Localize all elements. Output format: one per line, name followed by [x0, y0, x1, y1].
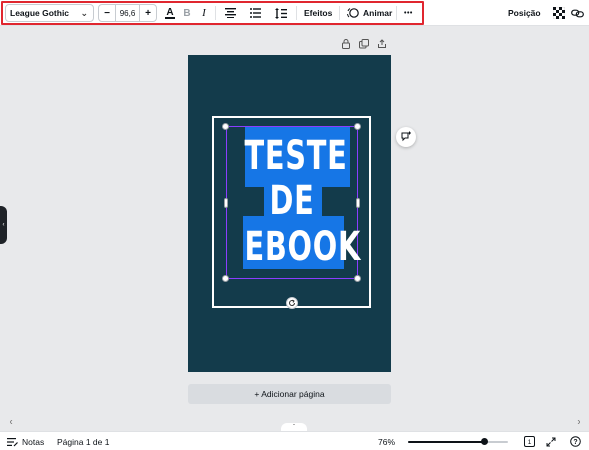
- pages-icon: 1: [524, 436, 535, 447]
- position-button[interactable]: Posição: [508, 4, 541, 22]
- lock-icon[interactable]: [341, 39, 351, 49]
- bold-button[interactable]: B: [178, 4, 196, 22]
- toolbar-divider: [215, 6, 216, 20]
- comment-add-icon: [401, 131, 411, 142]
- notes-button[interactable]: Notas: [7, 432, 44, 450]
- animate-button[interactable]: Animar: [347, 4, 392, 22]
- fullscreen-button[interactable]: [546, 432, 556, 450]
- page-grid-button[interactable]: 1: [524, 432, 535, 450]
- font-family-value: League Gothic: [10, 8, 70, 18]
- zoom-slider-thumb[interactable]: [481, 438, 488, 445]
- transparency-button[interactable]: [550, 4, 568, 22]
- chevron-up-icon: ˆ: [293, 424, 295, 431]
- more-options-button[interactable]: •••: [404, 4, 413, 22]
- side-panel-toggle[interactable]: ‹: [0, 206, 7, 244]
- ebook-title-line[interactable]: EBOOK: [244, 225, 360, 269]
- rotate-icon: [289, 299, 295, 306]
- chevron-down-icon: ⌄: [80, 8, 88, 18]
- zoom-slider[interactable]: [408, 438, 508, 445]
- help-glyph: ?: [573, 439, 577, 446]
- link-icon: [570, 9, 584, 17]
- page-indicator: Página 1 de 1: [57, 436, 110, 447]
- increase-font-size-button[interactable]: +: [140, 5, 156, 21]
- text-color-icon: A: [165, 7, 175, 19]
- editor-toolbar: League Gothic ⌄ − 96,6 + A B I Efeitos A…: [0, 0, 589, 26]
- status-bar: Notas Página 1 de 1 76% 1 ?: [0, 431, 589, 450]
- toolbar-divider: [296, 6, 297, 20]
- align-center-icon: [224, 8, 236, 18]
- share-icon[interactable]: [377, 39, 387, 49]
- add-comment-button[interactable]: [396, 127, 416, 147]
- text-color-glyph: A: [166, 7, 173, 18]
- resize-handle-right[interactable]: [356, 198, 360, 208]
- help-icon: ?: [570, 436, 581, 447]
- decrease-font-size-button[interactable]: −: [99, 5, 115, 21]
- resize-handle-bottom-right[interactable]: [354, 275, 361, 282]
- list-button[interactable]: [246, 4, 264, 22]
- animate-icon: [347, 8, 359, 18]
- fullscreen-icon: [546, 437, 556, 446]
- resize-handle-bottom-left[interactable]: [222, 275, 229, 282]
- ebook-title-line[interactable]: DE: [244, 179, 339, 223]
- toolbar-divider: [339, 6, 340, 20]
- animate-label: Animar: [363, 8, 393, 18]
- rotate-handle[interactable]: [286, 297, 298, 309]
- effects-button[interactable]: Efeitos: [304, 4, 332, 22]
- toolbar-divider: [396, 6, 397, 20]
- resize-handle-left[interactable]: [224, 198, 228, 208]
- help-button[interactable]: ?: [570, 432, 581, 450]
- font-family-select[interactable]: League Gothic ⌄: [5, 4, 94, 22]
- bullet-list-icon: [249, 8, 261, 18]
- spacing-button[interactable]: [272, 4, 290, 22]
- transparency-icon: [553, 7, 565, 19]
- pages-count: 1: [528, 439, 532, 446]
- font-size-stepper: − 96,6 +: [98, 4, 157, 22]
- add-page-button[interactable]: + Adicionar página: [188, 384, 391, 404]
- align-center-button[interactable]: [221, 4, 239, 22]
- zoom-level-button[interactable]: 76%: [378, 432, 395, 450]
- resize-handle-top-right[interactable]: [354, 123, 361, 130]
- italic-button[interactable]: I: [195, 4, 213, 22]
- notes-label: Notas: [22, 436, 45, 447]
- page-tools: [341, 39, 387, 49]
- resize-handle-top-left[interactable]: [222, 123, 229, 130]
- ebook-title-line[interactable]: TESTE: [244, 134, 346, 178]
- duplicate-icon[interactable]: [359, 39, 369, 49]
- link-button[interactable]: [568, 4, 586, 22]
- font-size-input[interactable]: 96,6: [115, 5, 140, 21]
- zoom-slider-fill: [408, 441, 484, 443]
- chevron-left-icon: ‹: [2, 222, 5, 228]
- line-spacing-icon: [275, 7, 287, 19]
- notes-icon: [7, 437, 18, 446]
- text-color-button[interactable]: A: [161, 4, 179, 22]
